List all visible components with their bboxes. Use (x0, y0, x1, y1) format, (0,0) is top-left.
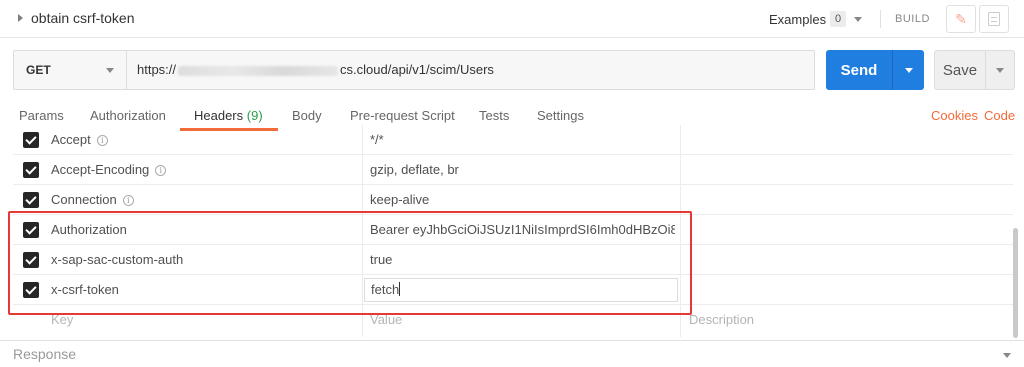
examples-count-badge: 0 (830, 11, 847, 27)
method-label: GET (26, 63, 51, 77)
tab-headers[interactable]: Headers (9) (194, 108, 263, 123)
edit-button[interactable]: ✎ (946, 5, 976, 33)
chevron-down-icon (106, 67, 114, 73)
chevron-down-icon (904, 67, 913, 73)
url-suffix: cs.cloud/api/v1/scim/Users (340, 62, 494, 77)
header-key-text: Accept (51, 132, 91, 147)
cookies-link[interactable]: Cookies (931, 108, 978, 123)
header-value[interactable]: gzip, deflate, br (370, 155, 675, 185)
expand-caret-icon[interactable] (18, 14, 23, 22)
tab-params[interactable]: Params (19, 108, 64, 123)
send-label: Send (840, 61, 878, 79)
tab-tests[interactable]: Tests (479, 108, 509, 123)
header-key-text: Connection (51, 192, 117, 207)
table-row: Accept i */* (13, 125, 1013, 155)
header-key-text: Accept-Encoding (51, 162, 150, 177)
info-icon: i (96, 135, 108, 146)
new-description-input[interactable]: Description (689, 305, 989, 335)
save-button[interactable]: Save (934, 50, 1015, 90)
tab-headers-label: Headers (194, 108, 244, 123)
request-title-text: obtain csrf-token (31, 10, 135, 26)
redacted-host (178, 65, 339, 76)
documentation-button[interactable] (979, 5, 1009, 33)
scroll-thumb[interactable] (1013, 228, 1018, 338)
request-header-bar: obtain csrf-token Examples 0 BUILD ✎ (0, 0, 1024, 38)
scrollbar[interactable] (1011, 128, 1019, 340)
highlight-annotation (8, 211, 692, 315)
chevron-down-icon (996, 67, 1004, 73)
header-value[interactable]: */* (370, 125, 675, 155)
collapse-caret-icon[interactable] (1003, 353, 1011, 358)
pencil-icon: ✎ (955, 10, 967, 27)
code-link[interactable]: Code (984, 108, 1015, 123)
document-icon (988, 12, 1000, 26)
chevron-down-icon (854, 16, 863, 22)
table-row: Accept-Encoding i gzip, deflate, br (13, 155, 1013, 185)
url-input[interactable]: https:// cs.cloud/api/v1/scim/Users (127, 51, 814, 89)
divider (880, 10, 881, 28)
url-bar: GET https:// cs.cloud/api/v1/scim/Users (13, 50, 815, 90)
response-label: Response (13, 346, 77, 362)
tab-body[interactable]: Body (292, 108, 322, 123)
tab-settings[interactable]: Settings (537, 108, 584, 123)
checkmark-icon (23, 162, 39, 178)
save-label: Save (942, 61, 978, 79)
build-button[interactable]: BUILD (895, 13, 930, 25)
save-options-button[interactable] (986, 67, 1014, 73)
tab-headers-count: (9) (246, 108, 263, 123)
request-title[interactable]: obtain csrf-token (18, 10, 135, 26)
header-key[interactable]: Accept-Encoding i (51, 155, 351, 185)
examples-dropdown[interactable]: Examples 0 (769, 11, 863, 27)
chevron-down-icon (1003, 353, 1011, 358)
examples-label: Examples (769, 11, 827, 27)
method-select[interactable]: GET (14, 51, 127, 89)
url-prefix: https:// (137, 62, 177, 77)
header-key[interactable]: Accept i (51, 125, 351, 155)
checkmark-icon (23, 192, 39, 208)
info-icon: i (155, 165, 167, 176)
row-checkbox[interactable] (23, 155, 43, 185)
info-icon: i (122, 195, 134, 206)
send-button[interactable]: Send (826, 50, 924, 90)
tab-authorization[interactable]: Authorization (90, 108, 166, 123)
response-panel[interactable]: Response (0, 340, 1024, 367)
checkmark-icon (23, 132, 39, 148)
row-checkbox[interactable] (23, 125, 43, 155)
send-options-button[interactable] (893, 67, 924, 73)
tab-prerequest-script[interactable]: Pre-request Script (350, 108, 455, 123)
